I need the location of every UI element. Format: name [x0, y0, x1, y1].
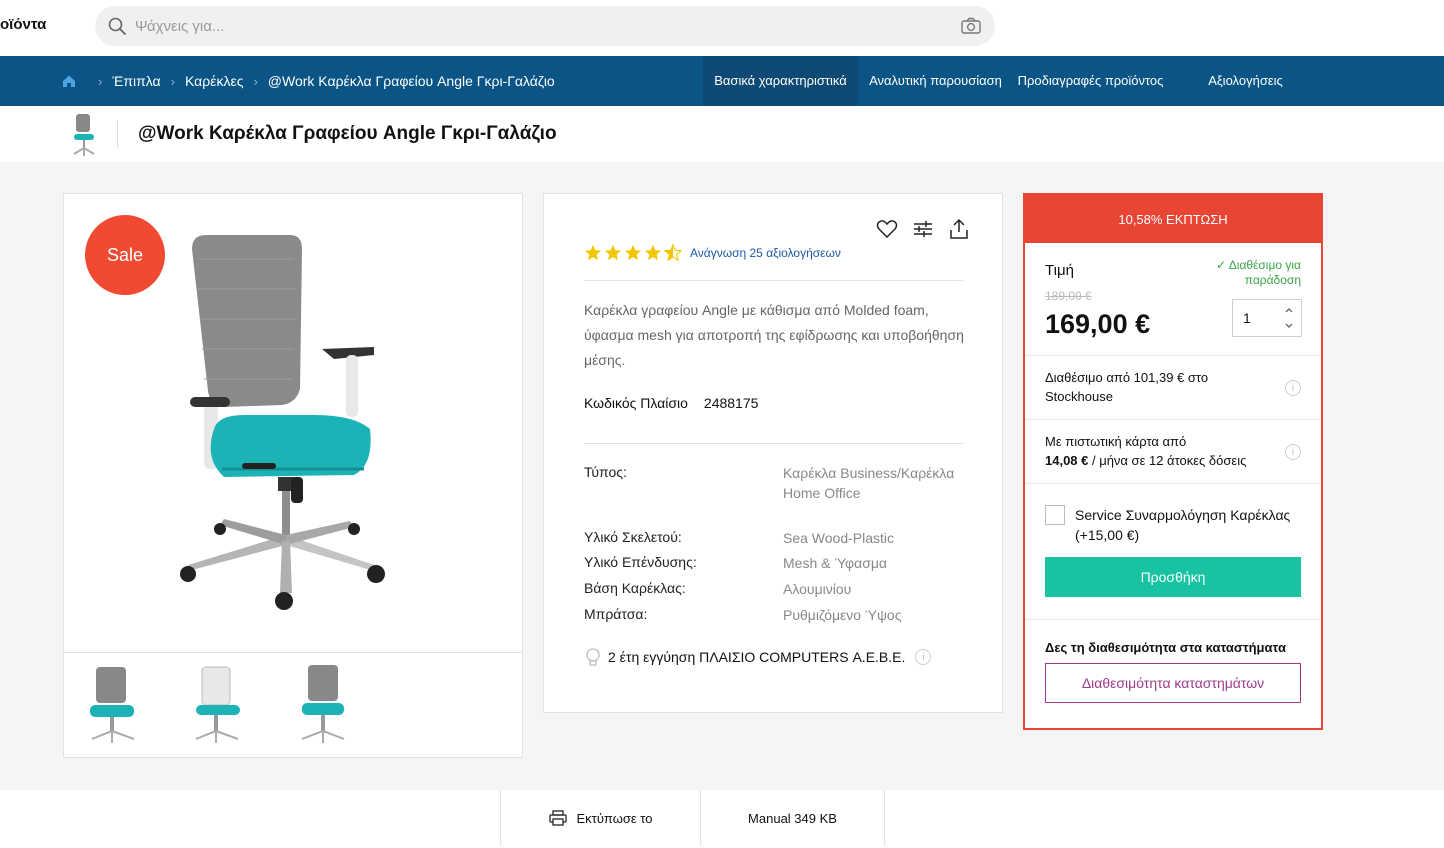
- breadcrumb: › Έπιπλα › Καρέκλες › @Work Καρέκλα Γραφ…: [62, 56, 555, 106]
- section-tabs: Βασικά χαρακτηριστικά Αναλυτική παρουσία…: [703, 56, 1323, 106]
- product-gallery: Sale: [63, 193, 523, 758]
- price-panel: 10,58% ΕΚΠΤΩΣΗ Τιμή ✓ Διαθέσιμο για παρά…: [1023, 193, 1323, 730]
- page-title: @Work Καρέκλα Γραφείου Angle Γκρι-Γαλάζι…: [138, 123, 557, 144]
- spec-key: Τύπος:: [584, 464, 627, 480]
- product-description: Καρέκλα γραφείου Angle με κάθισμα από Mo…: [584, 302, 964, 368]
- nav-products-label[interactable]: οϊόντα: [0, 16, 46, 33]
- product-navbar: › Έπιπλα › Καρέκλες › @Work Καρέκλα Γραφ…: [0, 56, 1444, 106]
- chevron-right-icon: ›: [98, 73, 103, 89]
- reviews-link[interactable]: Ανάγνωση 25 αξιολογήσεων: [690, 246, 841, 260]
- spec-value: Sea Wood-Plastic: [783, 530, 895, 546]
- home-icon[interactable]: [62, 74, 76, 88]
- manual-download-link[interactable]: Manual 349 KB: [700, 790, 885, 846]
- divider: [117, 120, 118, 148]
- assembly-service-checkbox[interactable]: [1045, 505, 1065, 525]
- quantity-stepper[interactable]: 1: [1232, 299, 1302, 337]
- quantity-value[interactable]: 1: [1243, 310, 1251, 326]
- thumbnail-front-left[interactable]: [72, 661, 160, 749]
- search-icon: [108, 17, 126, 35]
- installments-text: Με πιστωτική κάρτα από 14,08 € / μήνα σε…: [1045, 432, 1275, 470]
- discount-banner: 10,58% ΕΚΠΤΩΣΗ: [1025, 195, 1321, 243]
- product-info-panel: Ανάγνωση 25 αξιολογήσεων Καρέκλα γραφείο…: [543, 193, 1003, 713]
- spec-key: Βάση Καρέκλας:: [584, 580, 686, 596]
- store-availability-heading: Δες τη διαθεσιμότητα στα καταστήματα: [1045, 640, 1286, 655]
- spec-value: Ρυθμιζόμενο Ύψος: [783, 607, 902, 623]
- breadcrumb-item-furniture[interactable]: Έπιπλα: [112, 73, 160, 89]
- breadcrumb-item-current: @Work Καρέκλα Γραφείου Angle Γκρι-Γαλάζι…: [267, 73, 555, 89]
- search-input[interactable]: [135, 6, 935, 46]
- installments-line1: Με πιστωτική κάρτα από: [1045, 434, 1187, 449]
- bottom-toolbar: Εκτύπωσε το Manual 349 KB: [0, 790, 1444, 848]
- print-label: Εκτύπωσε το: [576, 810, 653, 826]
- search-bar[interactable]: [95, 6, 995, 46]
- product-code-value: 2488175: [703, 395, 759, 411]
- installments-row: Με πιστωτική κάρτα από 14,08 € / μήνα σε…: [1025, 419, 1321, 483]
- rating: Ανάγνωση 25 αξιολογήσεων: [584, 244, 841, 262]
- info-icon[interactable]: i: [915, 649, 932, 665]
- divider: [584, 280, 964, 281]
- divider: [1025, 483, 1321, 484]
- spec-value: Αλουμινίου: [783, 581, 852, 597]
- spec-key: Μπράτσα:: [584, 606, 648, 622]
- thumbnail-front[interactable]: [280, 661, 368, 749]
- product-main-image[interactable]: [174, 229, 424, 624]
- chevron-down-icon[interactable]: [1283, 320, 1295, 332]
- product-code-label: Κωδικός Πλαίσιο: [584, 395, 688, 411]
- store-availability-button[interactable]: Διαθεσιμότητα καταστημάτων: [1045, 663, 1301, 703]
- spec-key: Υλικό Επένδυσης:: [584, 554, 697, 570]
- old-price: 189,00 €: [1045, 289, 1092, 303]
- product-code: Κωδικός Πλαίσιο 2488175: [584, 395, 758, 411]
- compare-icon[interactable]: [912, 218, 934, 240]
- divider: [1025, 619, 1321, 620]
- info-icon[interactable]: i: [1285, 444, 1301, 460]
- star-icon: [604, 244, 622, 261]
- spec-value: Mesh & Ύφασμα: [783, 555, 888, 571]
- chevron-right-icon: ›: [170, 73, 175, 89]
- warranty-row: 2 έτη εγγύηση ΠΛΑΙΣΙΟ COMPUTERS Α.Ε.Β.Ε.…: [584, 647, 932, 667]
- heart-icon[interactable]: [876, 218, 898, 240]
- tab-specifications[interactable]: Προδιαγραφές προϊόντος: [1013, 56, 1168, 106]
- installments-line2: / μήνα σε 12 άτοκες δόσεις: [1088, 453, 1247, 468]
- camera-icon[interactable]: [961, 17, 981, 35]
- sale-badge: Sale: [85, 215, 165, 295]
- stockhouse-text: Διαθέσιμο από 101,39 € στο Stockhouse: [1045, 370, 1209, 404]
- price-label: Τιμή: [1045, 262, 1074, 279]
- product-actions: [876, 218, 970, 240]
- print-button[interactable]: Εκτύπωσε το: [500, 790, 700, 846]
- tab-reviews[interactable]: Αξιολογήσεις: [1168, 56, 1323, 106]
- add-to-cart-button[interactable]: Προσθήκη: [1045, 557, 1301, 597]
- stockhouse-row: Διαθέσιμο από 101,39 € στο Stockhouse i: [1025, 355, 1321, 419]
- warranty-text: 2 έτη εγγύηση ΠΛΑΙΣΙΟ COMPUTERS Α.Ε.Β.Ε.: [608, 649, 906, 665]
- star-icon: [624, 244, 642, 261]
- breadcrumb-item-chairs[interactable]: Καρέκλες: [185, 73, 243, 89]
- thumbnail-back[interactable]: [176, 661, 264, 749]
- installments-amount: 14,08 €: [1045, 453, 1089, 468]
- availability-status: ✓ Διαθέσιμο για παράδοση: [1216, 258, 1301, 287]
- lightbulb-icon: [586, 648, 600, 666]
- half-star-icon: [664, 244, 682, 262]
- tab-detailed-presentation[interactable]: Αναλυτική παρουσίαση: [858, 56, 1013, 106]
- top-header: οϊόντα: [0, 0, 1444, 56]
- manual-label: Manual 349 KB: [748, 810, 837, 826]
- assembly-service-label: Service Συναρμολόγηση Καρέκλας (+15,00 €…: [1075, 507, 1291, 543]
- info-icon[interactable]: i: [1285, 380, 1301, 396]
- printer-icon: [548, 810, 567, 826]
- share-icon[interactable]: [948, 218, 970, 240]
- product-title-bar: @Work Καρέκλα Γραφείου Angle Γκρι-Γαλάζι…: [0, 106, 1444, 162]
- divider: [584, 443, 964, 444]
- tab-key-features[interactable]: Βασικά χαρακτηριστικά: [703, 56, 858, 106]
- star-icon: [644, 244, 662, 261]
- spec-key: Υλικό Σκελετού:: [584, 529, 682, 545]
- spec-value: Καρέκλα Business/Καρέκλα Home Office: [783, 465, 955, 501]
- chevron-right-icon: ›: [253, 73, 258, 89]
- thumbnail-strip: [64, 652, 522, 758]
- product-thumbnail: [73, 114, 95, 156]
- chevron-up-icon[interactable]: [1283, 304, 1295, 316]
- star-icon: [584, 244, 602, 261]
- current-price: 169,00 €: [1045, 309, 1151, 339]
